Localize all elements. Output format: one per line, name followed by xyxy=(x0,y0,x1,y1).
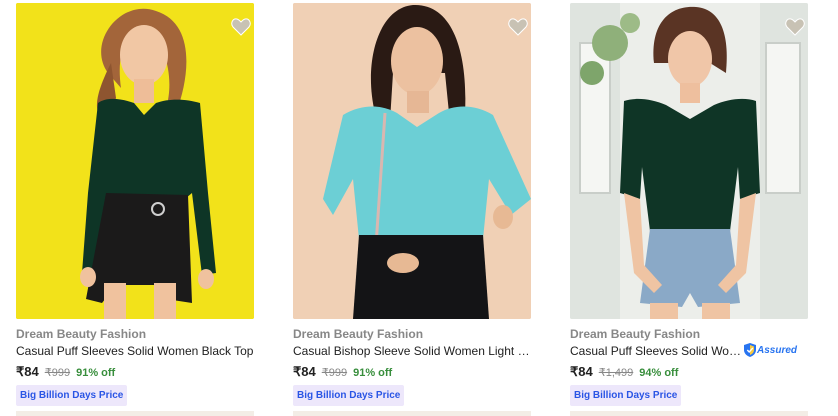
selling-price: ₹84 xyxy=(16,364,39,379)
original-price: ₹999 xyxy=(321,367,348,379)
discount-label: 91% off xyxy=(76,367,116,379)
offer-badge: Big Billion Days Price xyxy=(16,385,128,406)
original-price: ₹999 xyxy=(44,367,71,379)
original-price: ₹1,499 xyxy=(598,367,634,379)
wishlist-heart-icon[interactable] xyxy=(505,14,531,40)
wishlist-heart-icon[interactable] xyxy=(228,14,254,40)
product-card[interactable]: Dream Beauty Fashion Casual Bishop Sleev… xyxy=(293,0,555,416)
product-image[interactable] xyxy=(16,3,254,319)
product-title[interactable]: Casual Bishop Sleeve Solid Women Light G… xyxy=(293,344,531,358)
assured-badge: Assured xyxy=(744,343,797,357)
product-photo xyxy=(570,3,808,319)
selling-price: ₹84 xyxy=(293,364,316,379)
price-row: ₹84 ₹999 91% off xyxy=(293,364,392,380)
assured-label: Assured xyxy=(757,344,798,356)
product-image[interactable] xyxy=(570,3,808,319)
next-row-image-edge xyxy=(570,411,808,416)
selling-price: ₹84 xyxy=(570,364,593,379)
next-row-image-edge xyxy=(293,411,531,416)
assured-shield-icon xyxy=(744,343,756,357)
product-title[interactable]: Casual Puff Sleeves Solid Wome... xyxy=(570,344,742,358)
wishlist-heart-icon[interactable] xyxy=(782,14,808,40)
discount-label: 94% off xyxy=(639,367,679,379)
product-grid: Dream Beauty Fashion Casual Puff Sleeves… xyxy=(0,0,838,416)
discount-label: 91% off xyxy=(353,367,393,379)
product-card[interactable]: Dream Beauty Fashion Casual Puff Sleeves… xyxy=(570,0,832,416)
product-brand: Dream Beauty Fashion xyxy=(570,327,701,341)
next-row-image-edge xyxy=(16,411,254,416)
product-photo xyxy=(293,3,531,319)
product-photo xyxy=(16,3,254,319)
product-image[interactable] xyxy=(293,3,531,319)
offer-badge: Big Billion Days Price xyxy=(570,385,682,406)
product-title[interactable]: Casual Puff Sleeves Solid Women Black To… xyxy=(16,344,254,358)
price-row: ₹84 ₹999 91% off xyxy=(16,364,115,380)
product-card[interactable]: Dream Beauty Fashion Casual Puff Sleeves… xyxy=(16,0,278,416)
offer-badge: Big Billion Days Price xyxy=(293,385,405,406)
product-brand: Dream Beauty Fashion xyxy=(16,327,147,341)
product-brand: Dream Beauty Fashion xyxy=(293,327,424,341)
price-row: ₹84 ₹1,499 94% off xyxy=(570,364,678,380)
